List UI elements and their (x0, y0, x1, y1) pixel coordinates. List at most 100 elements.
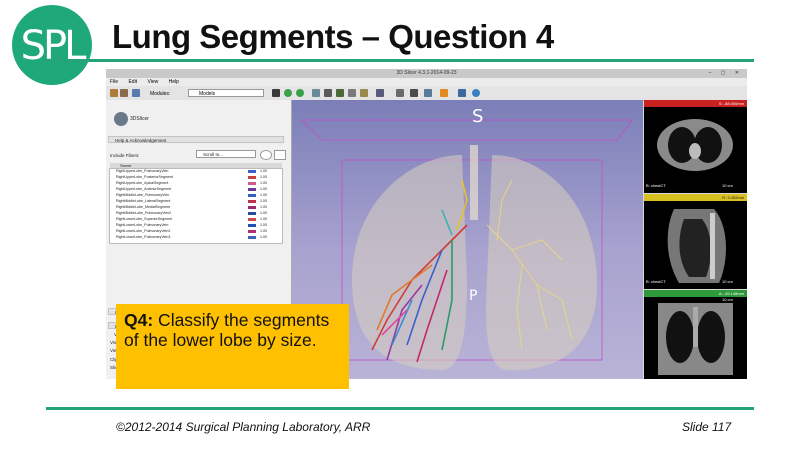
scene-row[interactable]: RightUpperLobe_AnteriorSegment 1.00 (110, 187, 282, 191)
scene-row[interactable]: RightUpperLobe_PulmonaryVein 1.00 (110, 169, 282, 173)
slicer-logo-icon (114, 112, 128, 126)
yellow-slice-view[interactable]: B: chestCT 10 cm (644, 201, 747, 289)
scene-row-name: RightLowerLobe_PulmonaryVein (116, 223, 169, 227)
scene-row-color-swatch[interactable] (248, 169, 256, 173)
toolbar: Modules: Models (106, 86, 747, 101)
visibility-toggle-icon[interactable] (260, 150, 272, 160)
scene-row-opacity: 1.00 (260, 187, 267, 191)
window-titlebar: 3D Slicer 4.3.1-2014-09-23 – ▢ ✕ (106, 69, 747, 78)
title-divider (46, 59, 754, 62)
crosshair-icon[interactable] (360, 89, 368, 97)
orientation-label-center: P (469, 288, 478, 304)
question-callout: Q4: Classify the segments of the lower l… (116, 304, 349, 389)
red-slice-view[interactable]: B: chestCT 10 cm (644, 107, 747, 193)
scene-row-name: RightUpperLobe_AnteriorSegment (116, 187, 172, 191)
eye-icon[interactable] (274, 150, 286, 160)
scene-row-opacity: 1.00 (260, 175, 267, 179)
scene-row[interactable]: RightUpperLobe_PosteriorSegment 1.00 (110, 175, 282, 179)
scroll-to-field[interactable]: Scroll to... (196, 150, 256, 158)
scene-row-name: RightMiddleLobe_PulmonaryVein2 (116, 211, 172, 215)
menu-view[interactable]: View (147, 79, 158, 85)
scene-row-color-swatch[interactable] (248, 217, 256, 221)
scene-row-opacity: 1.00 (260, 199, 267, 203)
scene-view-icon[interactable] (424, 89, 432, 97)
scene-row-color-swatch[interactable] (248, 175, 256, 179)
help-section-label: Help & Acknowledgement (115, 138, 167, 143)
python-icon[interactable] (472, 89, 480, 97)
view-conventional-icon[interactable] (324, 89, 332, 97)
scene-row-opacity: 1.00 (260, 223, 267, 227)
screenshot-icon[interactable] (410, 89, 418, 97)
view-four-up-icon[interactable] (348, 89, 356, 97)
layout-icon[interactable] (312, 89, 320, 97)
slide-title: Lung Segments – Question 4 (112, 18, 554, 55)
filter-label: Include Fibers: (110, 153, 140, 158)
help-section-header[interactable]: Help & Acknowledgement (108, 136, 284, 143)
forward-icon[interactable] (296, 89, 304, 97)
scene-row[interactable]: RightMiddleLobe_PulmonaryVein 1.00 (110, 193, 282, 197)
scene-row-color-swatch[interactable] (248, 235, 256, 239)
scene-row-opacity: 1.00 (260, 169, 267, 173)
mouse-mode-icon[interactable] (396, 89, 404, 97)
scene-row-name: RightMiddleLobe_PulmonaryVein (116, 193, 170, 197)
red-slice-scale: 10 cm (722, 183, 733, 188)
scene-row-color-swatch[interactable] (248, 223, 256, 227)
menu-file[interactable]: File (110, 79, 118, 85)
scene-row-name: RightLowerLobe_PulmonaryVein3 (116, 235, 171, 239)
scene-row-name: RightLowerLobe_PulmonaryVein2 (116, 229, 171, 233)
scene-row-name: RightMiddleLobe_LateralSegment (116, 199, 171, 203)
copyright-text: ©2012-2014 Surgical Planning Laboratory,… (116, 420, 371, 434)
module-selector[interactable]: Models (188, 89, 264, 97)
yellow-slice-volume-label: B: chestCT (646, 279, 666, 284)
logo-text: SPL (20, 23, 87, 69)
window-controls[interactable]: – ▢ ✕ (709, 69, 743, 78)
grid-icon[interactable] (376, 89, 384, 97)
load-dicom-icon[interactable] (120, 89, 128, 97)
scene-row[interactable]: RightLowerLobe_PulmonaryVein2 1.00 (110, 229, 282, 233)
modules-label: Modules: (150, 91, 171, 97)
fiducial-icon[interactable] (440, 89, 448, 97)
scene-row[interactable]: RightLowerLobe_PulmonaryVein 1.00 (110, 223, 282, 227)
scene-row-opacity: 1.00 (260, 193, 267, 197)
scene-row[interactable]: RightMiddleLobe_LateralSegment 1.00 (110, 199, 282, 203)
scene-row-color-swatch[interactable] (248, 187, 256, 191)
orientation-label-top: S (472, 106, 484, 127)
load-data-icon[interactable] (110, 89, 118, 97)
save-icon[interactable] (132, 89, 140, 97)
axial-ct-image (657, 119, 733, 171)
scene-row[interactable]: RightUpperLobe_ApicalSegment 1.00 (110, 181, 282, 185)
red-slice-offset: S: -88.000mm (718, 101, 744, 106)
scene-row-opacity: 1.00 (260, 205, 267, 209)
scene-row-color-swatch[interactable] (248, 205, 256, 209)
spl-logo: SPL (12, 5, 92, 85)
scene-row[interactable]: RightLowerLobe_SuperiorSegment 1.00 (110, 217, 282, 221)
extension-manager-icon[interactable] (458, 89, 466, 97)
scene-row[interactable]: RightMiddleLobe_MedialSegment 1.00 (110, 205, 282, 209)
menu-help[interactable]: Help (169, 79, 179, 85)
module-list-icon[interactable] (272, 89, 280, 97)
scene-tree: RightUpperLobe_PulmonaryVein 1.00 RightUpp… (109, 168, 283, 244)
scene-row-color-swatch[interactable] (248, 193, 256, 197)
scene-row-name: RightUpperLobe_PulmonaryVein (116, 169, 169, 173)
menu-edit[interactable]: Edit (128, 79, 137, 85)
yellow-slice-scale: 10 cm (722, 279, 733, 284)
scene-row-name: RightLowerLobe_SuperiorSegment (116, 217, 173, 221)
scene-row-opacity: 1.00 (260, 217, 267, 221)
scene-row-name: RightUpperLobe_ApicalSegment (116, 181, 169, 185)
scene-row[interactable]: RightLowerLobe_PulmonaryVein3 1.00 (110, 235, 282, 239)
scene-row[interactable]: RightMiddleLobe_PulmonaryVein2 1.00 (110, 211, 282, 215)
scene-row-color-swatch[interactable] (248, 199, 256, 203)
scene-row-color-swatch[interactable] (248, 211, 256, 215)
green-slice-scale: 10 cm (722, 297, 733, 302)
view-3d-icon[interactable] (336, 89, 344, 97)
red-slice-controller[interactable]: S: -88.000mm (644, 100, 747, 107)
scene-row-color-swatch[interactable] (248, 181, 256, 185)
window-title: 3D Slicer 4.3.1-2014-09-23 (396, 70, 457, 76)
scene-row-name: RightMiddleLobe_MedialSegment (116, 205, 170, 209)
green-slice-view[interactable]: 10 cm (644, 297, 747, 379)
yellow-slice-controller[interactable]: R: 3.452mm (644, 194, 747, 201)
scene-row-color-swatch[interactable] (248, 229, 256, 233)
green-slice-controller[interactable]: A: -45.148mm (644, 290, 747, 297)
red-slice-volume-label: B: chestCT (646, 183, 666, 188)
back-icon[interactable] (284, 89, 292, 97)
